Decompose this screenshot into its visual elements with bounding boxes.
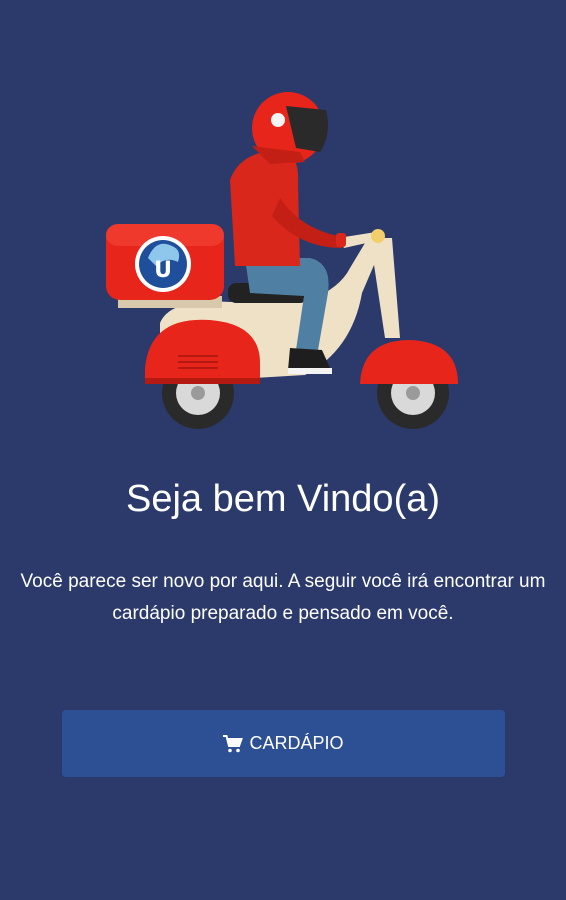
welcome-title: Seja bem Vindo(a) [125, 478, 441, 520]
box-logo-letter: U [154, 258, 172, 283]
cart-icon [223, 734, 244, 752]
menu-button[interactable]: CARDÁPIO [62, 710, 505, 777]
delivery-box: U [106, 224, 224, 300]
menu-button-label: CARDÁPIO [249, 733, 344, 753]
welcome-message: Você parece ser novo por aqui. A seguir … [20, 571, 546, 624]
scooter-delivery-illustration: U [106, 92, 458, 429]
helmet [252, 92, 328, 164]
